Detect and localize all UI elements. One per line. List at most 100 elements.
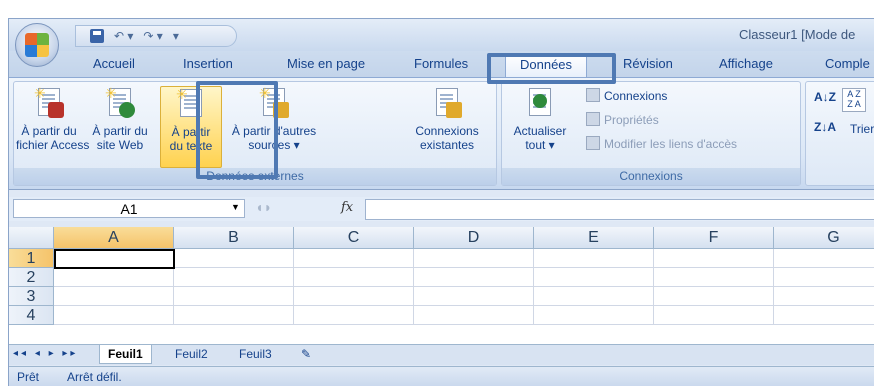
connections-button[interactable]: Connexions: [586, 88, 667, 103]
cell-f3[interactable]: [654, 287, 774, 306]
cell-d1[interactable]: [414, 249, 534, 268]
cell-b3[interactable]: [174, 287, 294, 306]
tab-formules[interactable]: Formules: [414, 56, 468, 71]
sheet-tab-feuil3[interactable]: Feuil3: [231, 345, 280, 363]
tab-mise-en-page[interactable]: Mise en page: [287, 56, 365, 71]
web-globe-icon: ✳: [105, 86, 135, 120]
qat-customize-icon[interactable]: ▾: [173, 29, 179, 43]
cell-g3[interactable]: [774, 287, 874, 306]
cell-e2[interactable]: [534, 268, 654, 287]
expand-formula-icon[interactable]: ◖◗: [255, 199, 272, 215]
row-header-2[interactable]: 2: [9, 268, 54, 287]
cell-g2[interactable]: [774, 268, 874, 287]
column-header-c[interactable]: C: [294, 227, 414, 249]
undo-icon[interactable]: ↶ ▾: [114, 29, 133, 43]
group-sort: A↓Z A ZZ A Z↓A Trier: [805, 81, 874, 186]
insert-function-icon[interactable]: fx: [341, 200, 353, 215]
other-sources-button[interactable]: ✳ À partir d'autres sources ▾: [224, 86, 324, 166]
name-box-dropdown-icon[interactable]: ▼: [231, 202, 240, 212]
tab-accueil[interactable]: Accueil: [93, 56, 135, 71]
column-header-b[interactable]: B: [174, 227, 294, 249]
web-import-button[interactable]: ✳ À partir du site Web: [88, 86, 152, 166]
ribbon: ✳ À partir du fichier Access ✳ À partir …: [9, 77, 874, 190]
access-import-button[interactable]: ✳ À partir du fichier Access: [16, 86, 89, 166]
refresh-all-button[interactable]: Actualiser tout ▾: [506, 86, 574, 166]
formula-bar: A1 ▼ ◖◗ fx: [9, 197, 874, 221]
connections-icon: [586, 88, 600, 102]
group-label-donnees-externes: Données externes: [14, 168, 496, 185]
sheet-nav-buttons[interactable]: ◂◂ ◂ ▸ ▸▸: [13, 348, 78, 359]
cell-g1[interactable]: [774, 249, 874, 268]
link-icon: [586, 136, 600, 150]
save-icon[interactable]: [90, 29, 104, 43]
cell-d4[interactable]: [414, 306, 534, 325]
cell-f2[interactable]: [654, 268, 774, 287]
edit-links-button[interactable]: Modifier les liens d'accès: [586, 136, 737, 151]
cell-e1[interactable]: [534, 249, 654, 268]
cell-a3[interactable]: [54, 287, 174, 306]
sheet-tab-feuil1[interactable]: Feuil1: [99, 345, 152, 364]
title-bar: ↶ ▾ ↷ ▾ ▾ Classeur1 [Mode de: [9, 19, 874, 51]
redo-icon[interactable]: ↷ ▾: [143, 29, 162, 43]
cell-a2[interactable]: [54, 268, 174, 287]
cell-b1[interactable]: [174, 249, 294, 268]
column-header-e[interactable]: E: [534, 227, 654, 249]
insert-sheet-icon[interactable]: ✎: [293, 345, 319, 363]
row-header-3[interactable]: 3: [9, 287, 54, 306]
tab-revision[interactable]: Révision: [623, 56, 673, 71]
active-cell-a1[interactable]: [54, 249, 175, 269]
cell-a4[interactable]: [54, 306, 174, 325]
status-ready: Prêt: [17, 370, 40, 384]
sheet-tab-feuil2[interactable]: Feuil2: [167, 345, 216, 363]
column-header-a[interactable]: A: [54, 227, 174, 249]
cell-b2[interactable]: [174, 268, 294, 287]
window-title: Classeur1 [Mode de: [739, 27, 856, 42]
group-label-connexions: Connexions: [502, 168, 800, 185]
cell-b4[interactable]: [174, 306, 294, 325]
sheet-tab-bar: ◂◂ ◂ ▸ ▸▸ Feuil1 Feuil2 Feuil3 ✎: [9, 344, 874, 365]
text-import-button[interactable]: ✳ À partir du texte: [160, 86, 222, 168]
column-header-g[interactable]: G: [774, 227, 874, 249]
office-button[interactable]: [15, 23, 59, 67]
group-connexions: Actualiser tout ▾ Connexions Propriétés …: [501, 81, 801, 186]
cell-c3[interactable]: [294, 287, 414, 306]
cell-d3[interactable]: [414, 287, 534, 306]
group-donnees-externes: ✳ À partir du fichier Access ✳ À partir …: [13, 81, 497, 186]
office-logo-icon: [25, 33, 49, 57]
cell-f1[interactable]: [654, 249, 774, 268]
existing-connections-icon: [432, 86, 462, 120]
row-header-4[interactable]: 4: [9, 306, 54, 325]
cell-c1[interactable]: [294, 249, 414, 268]
worksheet-grid: A B C D E F G 1 2 3 4: [9, 227, 874, 347]
select-all-corner[interactable]: [9, 227, 54, 249]
column-header-d[interactable]: D: [414, 227, 534, 249]
access-file-icon: ✳: [34, 86, 64, 120]
sort-dialog-icon[interactable]: A ZZ A: [842, 88, 866, 112]
cell-e4[interactable]: [534, 306, 654, 325]
sort-za-icon[interactable]: Z↓A: [814, 120, 836, 134]
text-file-icon: ✳: [176, 87, 206, 121]
cell-g4[interactable]: [774, 306, 874, 325]
cell-d2[interactable]: [414, 268, 534, 287]
tab-insertion[interactable]: Insertion: [183, 56, 233, 71]
sort-az-icon[interactable]: A↓Z: [814, 90, 836, 104]
tab-complements[interactable]: Comple: [825, 56, 870, 71]
cell-e3[interactable]: [534, 287, 654, 306]
properties-icon: [586, 112, 600, 126]
sort-button[interactable]: Trier: [850, 122, 874, 136]
cell-c2[interactable]: [294, 268, 414, 287]
tab-affichage[interactable]: Affichage: [719, 56, 773, 71]
cell-f4[interactable]: [654, 306, 774, 325]
properties-button[interactable]: Propriétés: [586, 112, 659, 127]
quick-access-toolbar: ↶ ▾ ↷ ▾ ▾: [75, 25, 237, 47]
row-header-1[interactable]: 1: [9, 249, 54, 268]
other-sources-icon: ✳: [259, 86, 289, 120]
name-box[interactable]: A1: [13, 199, 245, 218]
cell-c4[interactable]: [294, 306, 414, 325]
formula-input[interactable]: [365, 199, 874, 220]
refresh-icon: [525, 86, 555, 120]
tab-donnees[interactable]: Données: [505, 54, 588, 77]
existing-connections-button[interactable]: Connexions existantes: [406, 86, 488, 166]
status-scroll-lock: Arrêt défil.: [67, 370, 122, 384]
column-header-f[interactable]: F: [654, 227, 774, 249]
